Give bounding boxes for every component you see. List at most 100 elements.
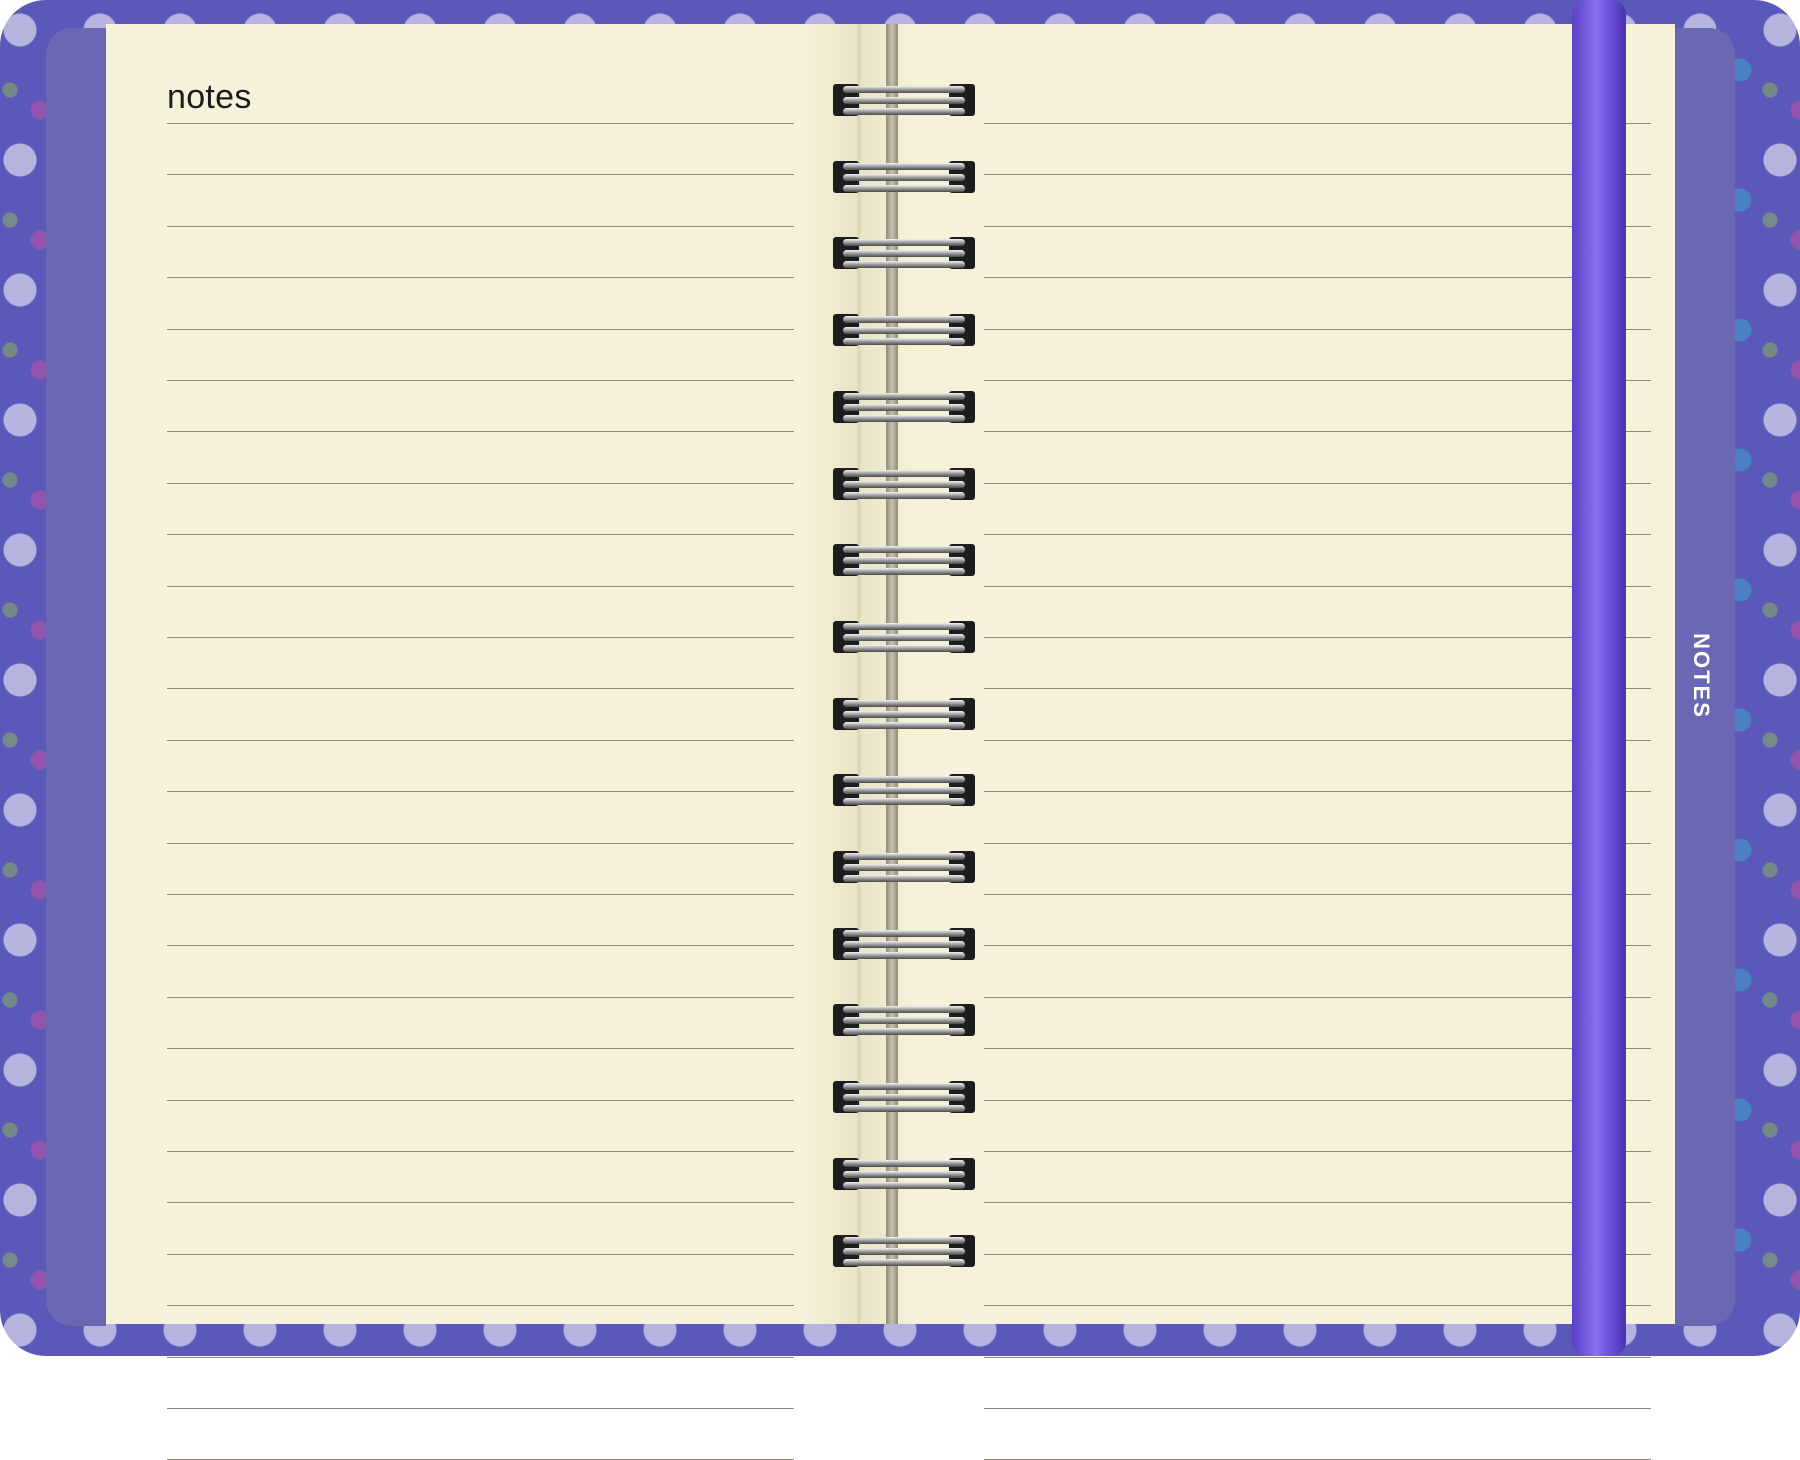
ruled-line: [984, 1357, 1651, 1358]
ruled-line: [167, 688, 794, 689]
ruled-line: [167, 277, 794, 278]
coil-wire: [843, 108, 965, 115]
coil-wire: [843, 185, 965, 192]
ruled-line: [167, 123, 794, 124]
ruled-line: [167, 945, 794, 946]
binding-coil: [833, 924, 975, 964]
ruled-line: [167, 174, 794, 175]
ruled-line: [167, 1254, 794, 1255]
ruled-line: [984, 380, 1651, 381]
ruled-line: [167, 997, 794, 998]
ruled-line: [167, 586, 794, 587]
coil-wire: [843, 338, 965, 345]
binding-coil: [833, 157, 975, 197]
binding-coil: [833, 1231, 975, 1271]
binding-coil: [833, 464, 975, 504]
coil-wire: [843, 875, 965, 882]
coil-wire: [843, 250, 965, 257]
coil-wire: [843, 776, 965, 783]
ruled-line: [984, 329, 1651, 330]
coil-wire: [843, 239, 965, 246]
binding-coil: [833, 694, 975, 734]
coil-wire: [843, 470, 965, 477]
binding-coil: [833, 540, 975, 580]
ruled-line: [167, 894, 794, 895]
page-heading: notes: [167, 78, 252, 116]
ruled-line: [984, 688, 1651, 689]
ruled-line: [167, 1048, 794, 1049]
ruled-line: [167, 380, 794, 381]
ruled-line: [984, 226, 1651, 227]
ruled-line: [984, 586, 1651, 587]
ruled-line: [984, 1254, 1651, 1255]
ruled-line: [167, 1151, 794, 1152]
ruled-line: [984, 1048, 1651, 1049]
coil-wire: [843, 1259, 965, 1266]
page-gutter: [803, 24, 915, 1324]
coil-wire: [843, 1028, 965, 1035]
coil-wire: [843, 174, 965, 181]
binding-coil: [833, 233, 975, 273]
coil-wire: [843, 1105, 965, 1112]
coil-wire: [843, 941, 965, 948]
ruled-line: [984, 740, 1651, 741]
coil-wire: [843, 952, 965, 959]
ruled-line: [167, 483, 794, 484]
ruled-line: [167, 1202, 794, 1203]
binding-coil: [833, 387, 975, 427]
ruled-line: [167, 1305, 794, 1306]
ruled-line: [167, 329, 794, 330]
spine-line: [886, 24, 898, 1324]
ruled-line: [167, 534, 794, 535]
ruled-line: [984, 277, 1651, 278]
ruled-line: [167, 637, 794, 638]
binding-coil: [833, 617, 975, 657]
ruled-line: [984, 1151, 1651, 1152]
coil-wire: [843, 546, 965, 553]
right-page: [915, 24, 1675, 1324]
coil-wire: [843, 864, 965, 871]
coil-wire: [843, 634, 965, 641]
coil-wire: [843, 787, 965, 794]
coil-wire: [843, 1160, 965, 1167]
binding-coil: [833, 80, 975, 120]
ruled-line: [984, 431, 1651, 432]
coil-wire: [843, 711, 965, 718]
ruled-line: [984, 791, 1651, 792]
ruled-line: [984, 894, 1651, 895]
section-tab-label: NOTES: [1689, 633, 1714, 719]
ruled-line: [984, 123, 1651, 124]
coil-wire: [843, 568, 965, 575]
coil-wire: [843, 86, 965, 93]
coil-wire: [843, 1237, 965, 1244]
binding-coil: [833, 770, 975, 810]
coil-wire: [843, 415, 965, 422]
coil-wire: [843, 645, 965, 652]
coil-wire: [843, 1006, 965, 1013]
binding-coil: [833, 1077, 975, 1117]
coil-wire: [843, 1017, 965, 1024]
ruled-line: [984, 1408, 1651, 1409]
coil-wire: [843, 261, 965, 268]
coil-wire: [843, 623, 965, 630]
left-cover-band: [46, 28, 106, 1326]
coil-wire: [843, 1083, 965, 1090]
coil-wire: [843, 1182, 965, 1189]
coil-wire: [843, 492, 965, 499]
binding-coil: [833, 310, 975, 350]
binding-coil: [833, 1000, 975, 1040]
elastic-closure-band[interactable]: [1572, 0, 1626, 1356]
ruled-line: [167, 1100, 794, 1101]
coil-wire: [843, 722, 965, 729]
ruled-line: [167, 843, 794, 844]
coil-wire: [843, 930, 965, 937]
ruled-line: [984, 174, 1651, 175]
ruled-line: [984, 1305, 1651, 1306]
binding-coil: [833, 847, 975, 887]
ruled-line: [984, 843, 1651, 844]
ruled-line: [984, 1202, 1651, 1203]
ruled-line: [984, 1100, 1651, 1101]
coil-wire: [843, 853, 965, 860]
ruled-line: [167, 740, 794, 741]
ruled-line: [167, 791, 794, 792]
